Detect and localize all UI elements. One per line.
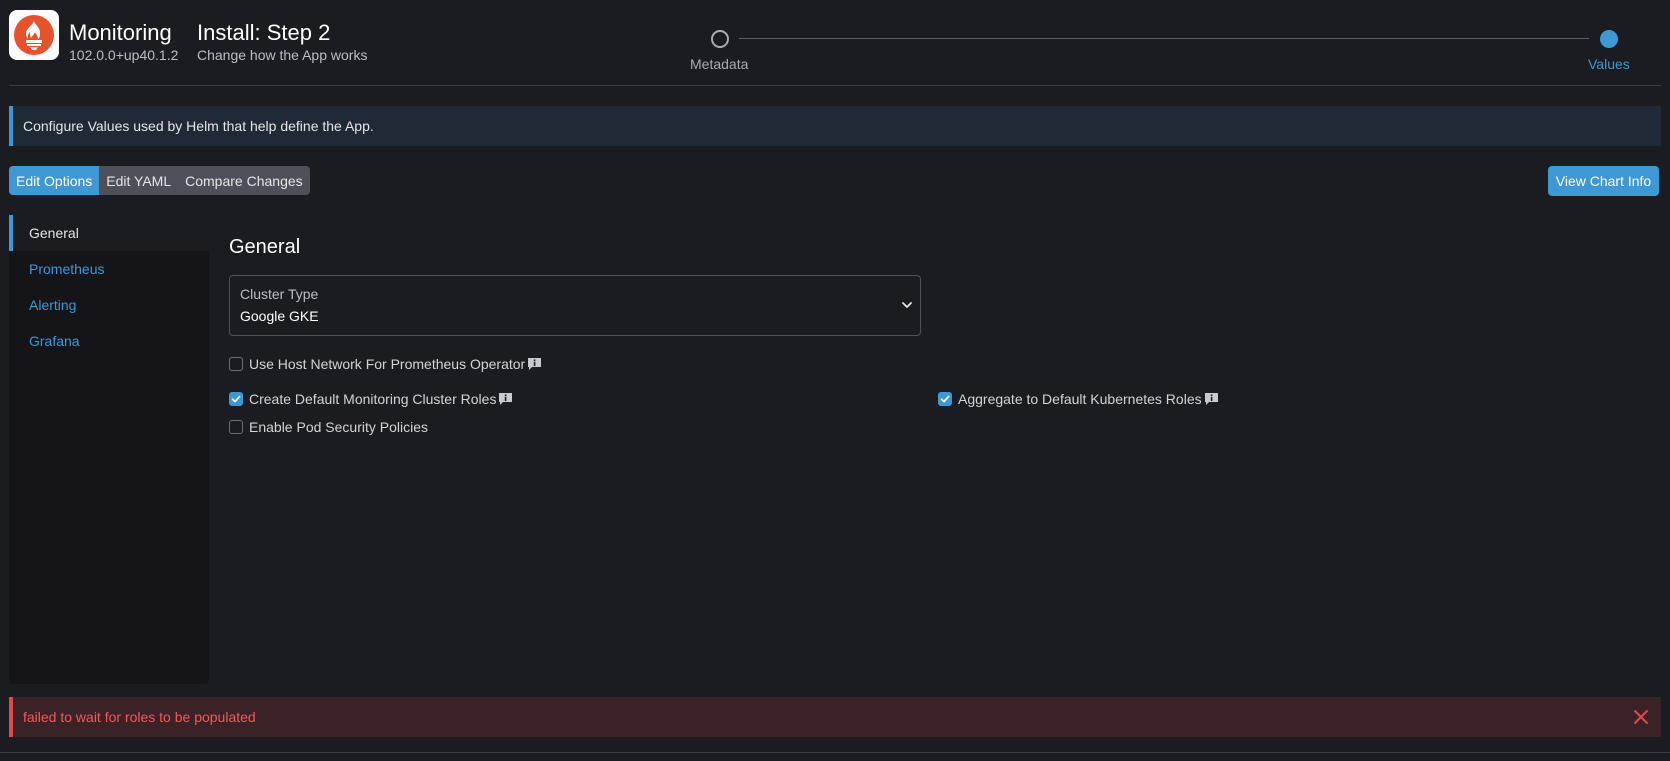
sidebar-item-general[interactable]: General: [9, 215, 209, 251]
create-roles-label: Create Default Monitoring Cluster Roles: [249, 391, 497, 407]
stepper-line: [739, 38, 1589, 39]
section-title: General: [229, 236, 301, 258]
edit-yaml-button[interactable]: Edit YAML: [99, 166, 179, 195]
wizard-step-title: Install: Step 2: [197, 20, 331, 45]
create-roles-checkbox-row[interactable]: Create Default Monitoring Cluster Roles: [229, 391, 513, 407]
aggregate-roles-checkbox-row[interactable]: Aggregate to Default Kubernetes Roles: [938, 391, 1219, 407]
checkmark-icon: [231, 395, 241, 403]
close-icon[interactable]: [1633, 709, 1649, 725]
compare-changes-button[interactable]: Compare Changes: [178, 166, 310, 195]
step-values-indicator: [1600, 30, 1618, 48]
app-version: 102.0.0+up40.1.2: [69, 47, 179, 63]
footer-divider: [0, 752, 1670, 753]
pod-security-checkbox[interactable]: [229, 420, 243, 434]
sidebar-item-alerting[interactable]: Alerting: [9, 287, 209, 323]
step-metadata-label[interactable]: Metadata: [690, 56, 748, 72]
prometheus-flame-icon: [14, 15, 54, 55]
prometheus-logo: [9, 10, 59, 60]
sidebar: General Prometheus Alerting Grafana: [9, 215, 209, 684]
error-banner: failed to wait for roles to be populated: [9, 697, 1661, 737]
error-banner-text: failed to wait for roles to be populated: [23, 709, 256, 725]
app-title: Monitoring: [69, 20, 172, 45]
pod-security-checkbox-row[interactable]: Enable Pod Security Policies: [229, 419, 428, 435]
sidebar-item-grafana[interactable]: Grafana: [9, 323, 209, 359]
cluster-type-select[interactable]: Cluster Type Google GKE: [229, 275, 921, 336]
step-values-label: Values: [1588, 56, 1630, 72]
wizard-step-subtitle: Change how the App works: [197, 47, 368, 63]
aggregate-roles-checkbox[interactable]: [938, 392, 952, 406]
install-wizard-page: Monitoring 102.0.0+up40.1.2 Install: Ste…: [0, 0, 1670, 761]
edit-options-button[interactable]: Edit Options: [9, 166, 100, 195]
cluster-type-label: Cluster Type: [240, 286, 319, 302]
info-icon[interactable]: [527, 357, 542, 371]
host-network-checkbox[interactable]: [229, 357, 243, 371]
info-banner: Configure Values used by Helm that help …: [9, 106, 1661, 146]
view-chart-info-button[interactable]: View Chart Info: [1548, 166, 1659, 196]
step-metadata-indicator[interactable]: [711, 30, 729, 48]
sidebar-item-prometheus[interactable]: Prometheus: [9, 251, 209, 287]
info-icon[interactable]: [498, 392, 513, 406]
host-network-checkbox-row[interactable]: Use Host Network For Prometheus Operator: [229, 356, 542, 372]
edit-mode-tabs: Edit Options Edit YAML Compare Changes: [9, 166, 310, 195]
host-network-label: Use Host Network For Prometheus Operator: [249, 356, 526, 372]
aggregate-roles-label: Aggregate to Default Kubernetes Roles: [958, 391, 1202, 407]
checkmark-icon: [940, 395, 950, 403]
cluster-type-value: Google GKE: [240, 308, 319, 324]
info-banner-text: Configure Values used by Helm that help …: [23, 118, 374, 134]
pod-security-label: Enable Pod Security Policies: [249, 419, 428, 435]
header-divider: [9, 85, 1661, 86]
create-roles-checkbox[interactable]: [229, 392, 243, 406]
info-icon[interactable]: [1204, 392, 1219, 406]
chevron-down-icon: [902, 302, 912, 308]
